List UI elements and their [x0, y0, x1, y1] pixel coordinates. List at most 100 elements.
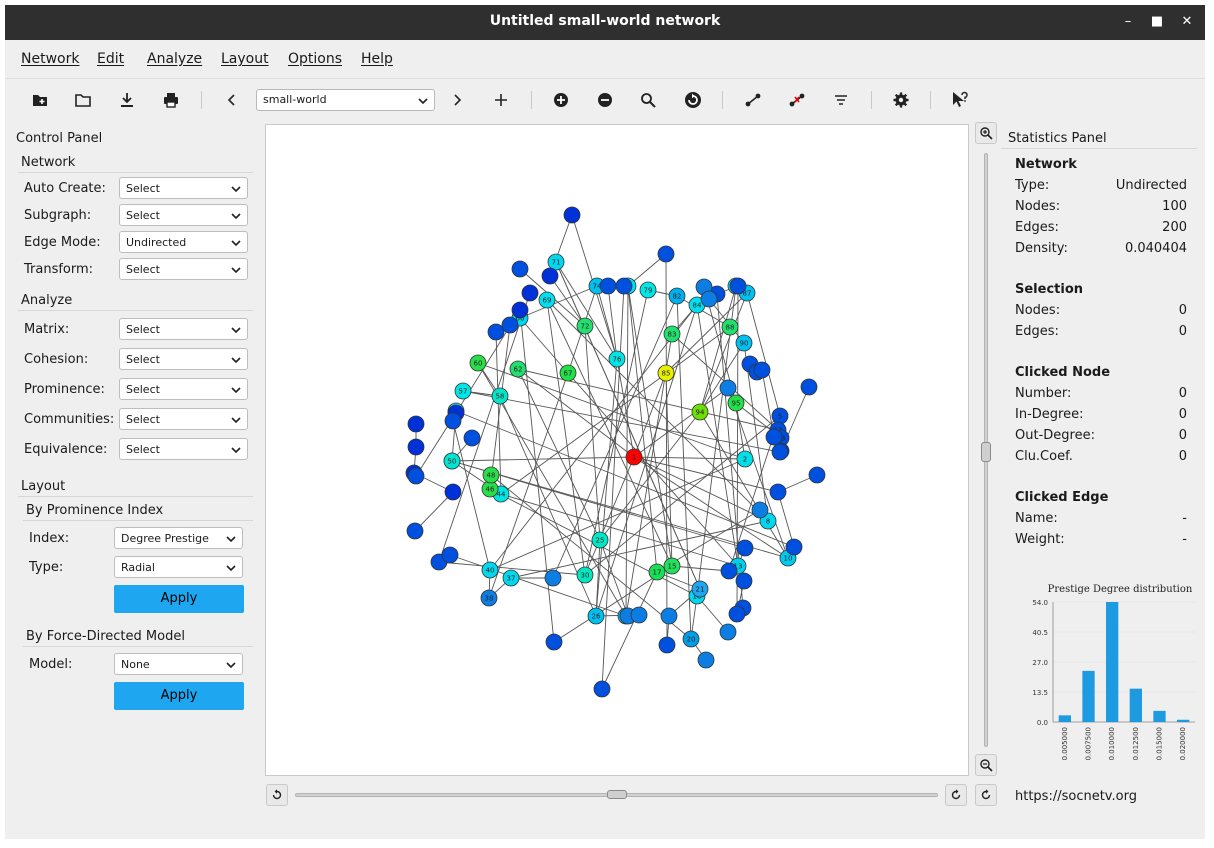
graph-node[interactable]: 88	[721, 318, 739, 336]
graph-node[interactable]: 17	[648, 563, 666, 581]
graph-node[interactable]: 5	[771, 407, 789, 425]
graph-node[interactable]	[657, 245, 675, 263]
graph-edge[interactable]	[627, 285, 673, 567]
graph-node[interactable]	[615, 277, 633, 295]
graph-node[interactable]	[511, 260, 529, 278]
add-relation-icon[interactable]	[486, 85, 516, 115]
graph-node-circle[interactable]	[765, 428, 783, 446]
graph-edge[interactable]	[519, 317, 569, 374]
equivalence-select[interactable]: Select	[119, 438, 248, 460]
graph-node[interactable]	[407, 467, 425, 485]
transform-select[interactable]: Select	[119, 258, 248, 280]
graph-node[interactable]: 46	[481, 480, 499, 498]
menu-edit[interactable]: Edit	[97, 51, 124, 67]
graph-node[interactable]: 57	[454, 382, 472, 400]
graph-node-circle[interactable]	[593, 680, 611, 698]
graph-node[interactable]	[771, 443, 789, 461]
graph-node-circle[interactable]	[719, 623, 737, 641]
matrix-select[interactable]: Select	[119, 318, 248, 340]
graph-node[interactable]: 1	[625, 448, 643, 466]
graph-node-circle[interactable]	[541, 267, 559, 285]
graph-node-circle[interactable]	[407, 467, 425, 485]
next-relation-icon[interactable]	[442, 85, 472, 115]
graph-node[interactable]: 15	[663, 557, 681, 575]
graph-node[interactable]: 2	[736, 450, 754, 468]
graph-node-circle[interactable]	[444, 483, 462, 501]
reset-view-button[interactable]	[975, 784, 997, 806]
graph-node[interactable]	[444, 483, 462, 501]
filter-icon[interactable]	[826, 85, 856, 115]
graph-node-circle[interactable]	[521, 284, 539, 302]
zoom-in-icon[interactable]	[546, 85, 576, 115]
graph-node[interactable]: 83	[663, 325, 681, 343]
website-link[interactable]: https://socnetv.org	[1015, 789, 1137, 804]
graph-node[interactable]: 71	[547, 253, 565, 271]
graph-node[interactable]	[658, 636, 676, 654]
graph-node[interactable]	[544, 569, 562, 587]
menu-options[interactable]: Options	[288, 51, 342, 67]
edge-mode-select[interactable]: Undirected	[119, 231, 248, 253]
rotation-slider-handle[interactable]	[607, 790, 627, 799]
graph-node[interactable]	[753, 361, 771, 379]
menu-analyze[interactable]: Analyze	[147, 51, 202, 67]
graph-edge[interactable]	[517, 368, 601, 541]
graph-node[interactable]	[501, 316, 519, 334]
type-select[interactable]: Radial	[114, 556, 243, 578]
graph-node[interactable]	[541, 267, 559, 285]
graph-node-circle[interactable]	[407, 438, 425, 456]
graph-node[interactable]	[765, 428, 783, 446]
graph-canvas[interactable]: 1281013151718202125262830373840414446485…	[265, 124, 969, 776]
graph-node[interactable]	[521, 284, 539, 302]
find-node-icon[interactable]	[633, 85, 663, 115]
graph-node[interactable]: 76	[608, 350, 626, 368]
prominence-select[interactable]: Select	[119, 378, 248, 400]
zoom-slider[interactable]	[981, 153, 991, 747]
graph-node-circle[interactable]	[444, 412, 462, 430]
save-download-icon[interactable]	[112, 85, 142, 115]
apply-force-button[interactable]: Apply	[114, 682, 244, 710]
graph-edge[interactable]	[607, 285, 618, 360]
graph-node[interactable]	[697, 651, 715, 669]
graph-edge[interactable]	[746, 292, 781, 417]
graph-node[interactable]	[407, 415, 425, 433]
graph-node-circle[interactable]	[720, 562, 738, 580]
menu-help[interactable]: Help	[361, 51, 393, 67]
graph-node-circle[interactable]	[751, 501, 769, 519]
graph-node-circle[interactable]	[719, 379, 737, 397]
graph-node-circle[interactable]	[808, 466, 826, 484]
cohesion-select[interactable]: Select	[119, 348, 248, 370]
graph-node[interactable]	[729, 277, 747, 295]
graph-node[interactable]	[720, 562, 738, 580]
graph-node[interactable]: 58	[491, 387, 509, 405]
settings-icon[interactable]	[886, 85, 916, 115]
graph-edge[interactable]	[596, 285, 618, 360]
graph-node[interactable]	[751, 501, 769, 519]
graph-node-circle[interactable]	[463, 429, 481, 447]
graph-node-circle[interactable]	[511, 260, 529, 278]
rotate-icon[interactable]	[678, 85, 708, 115]
graph-node[interactable]: 85	[657, 364, 675, 382]
graph-node[interactable]	[719, 623, 737, 641]
graph-node[interactable]	[441, 546, 459, 564]
graph-node-circle[interactable]	[753, 361, 771, 379]
graph-node-circle[interactable]	[511, 301, 529, 319]
rotate-right-button[interactable]	[945, 784, 967, 806]
graph-node[interactable]	[593, 680, 611, 698]
graph-node-circle[interactable]	[771, 443, 789, 461]
graph-node[interactable]: 38	[480, 589, 498, 607]
close-icon[interactable]: ✕	[1178, 13, 1196, 31]
graph-node-circle[interactable]	[700, 290, 718, 308]
graph-node-circle[interactable]	[599, 277, 617, 295]
relation-select[interactable]: small-world	[256, 89, 435, 111]
graph-node-circle[interactable]	[630, 606, 648, 624]
print-icon[interactable]	[156, 85, 186, 115]
graph-node[interactable]: 20	[682, 630, 700, 648]
graph-edge[interactable]	[451, 456, 635, 462]
graph-node[interactable]: 95	[727, 394, 745, 412]
graph-node[interactable]	[406, 522, 424, 540]
graph-node[interactable]	[545, 633, 563, 651]
graph-node-circle[interactable]	[728, 605, 746, 623]
graph-node[interactable]	[808, 466, 826, 484]
graph-node-circle[interactable]	[736, 539, 754, 557]
maximize-icon[interactable]: ■	[1148, 13, 1166, 31]
